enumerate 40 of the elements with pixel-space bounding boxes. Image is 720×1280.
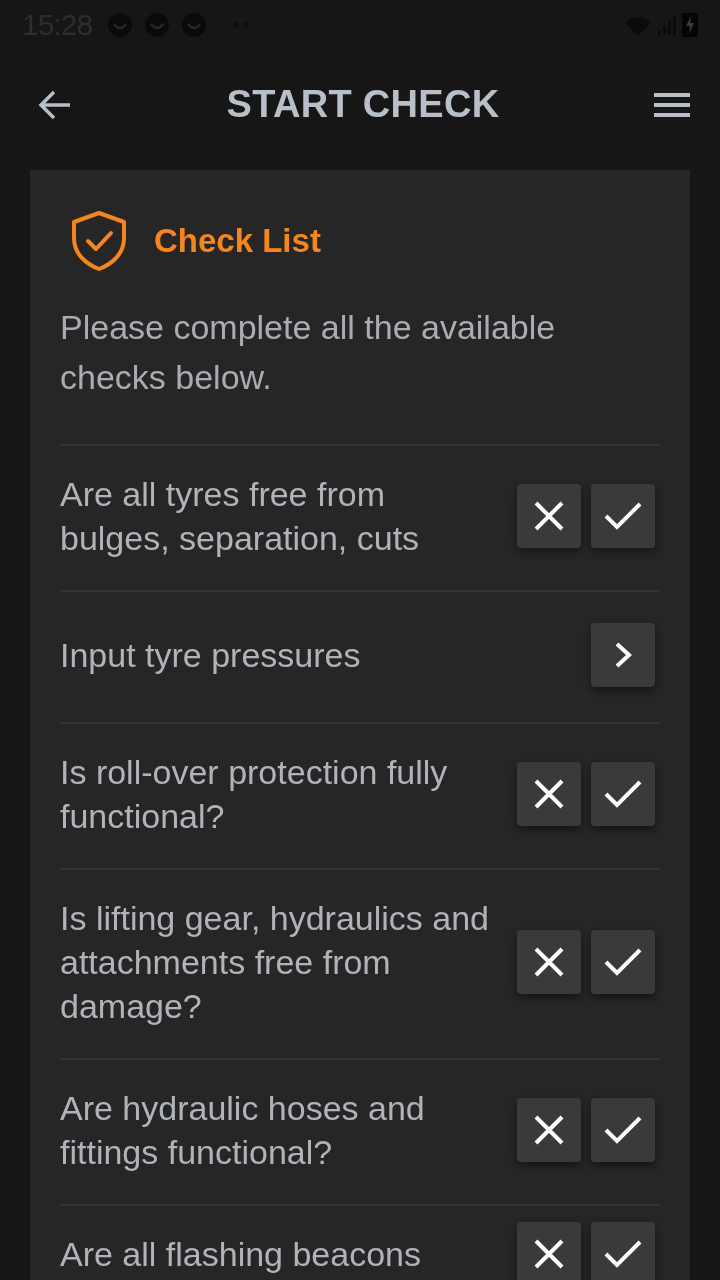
cross-button[interactable] xyxy=(517,930,581,994)
battery-icon xyxy=(682,13,698,37)
check-question: Is roll-over protection fully functional? xyxy=(60,752,449,837)
smiley-icon xyxy=(182,13,207,37)
check-question: Are hydraulic hoses and fittings functional? xyxy=(60,1088,426,1173)
cross-icon xyxy=(533,500,565,532)
cross-icon xyxy=(533,946,565,978)
cross-icon xyxy=(533,1238,565,1270)
tick-button[interactable] xyxy=(591,1098,655,1162)
cross-icon xyxy=(533,1114,565,1146)
tick-button[interactable] xyxy=(591,1222,655,1280)
back-button[interactable] xyxy=(38,89,72,121)
back-arrow-icon xyxy=(38,89,72,121)
chevron-right-icon xyxy=(614,642,632,668)
tick-icon xyxy=(604,1116,642,1144)
smiley-icon xyxy=(108,13,133,37)
tick-icon xyxy=(604,780,642,808)
tick-icon xyxy=(604,502,642,530)
check-question: Are all flashing beacons xyxy=(60,1234,422,1275)
tick-icon xyxy=(604,948,642,976)
cross-button[interactable] xyxy=(517,762,581,826)
next-button[interactable] xyxy=(591,623,655,687)
smiley-icon xyxy=(145,13,170,37)
cross-button[interactable] xyxy=(517,1098,581,1162)
tick-button[interactable] xyxy=(591,484,655,548)
instructions-text: Please complete all the available checks below. xyxy=(60,307,557,398)
tick-button[interactable] xyxy=(591,762,655,826)
shield-check-icon xyxy=(70,210,128,272)
card-title: Check List xyxy=(154,221,321,261)
check-question: Is lifting gear, hydraulics and attachments free from damage? xyxy=(60,898,491,1027)
menu-button[interactable] xyxy=(654,92,690,118)
tick-icon xyxy=(604,1240,642,1268)
cross-button[interactable] xyxy=(517,484,581,548)
tick-button[interactable] xyxy=(591,930,655,994)
menu-icon xyxy=(654,93,690,118)
check-question: Input tyre pressures xyxy=(60,635,362,676)
cross-icon xyxy=(533,778,565,810)
check-question: Are all tyres free from bulges, separation, cuts xyxy=(60,474,421,559)
screen-title: START CHECK xyxy=(226,82,500,128)
cross-button[interactable] xyxy=(517,1222,581,1280)
